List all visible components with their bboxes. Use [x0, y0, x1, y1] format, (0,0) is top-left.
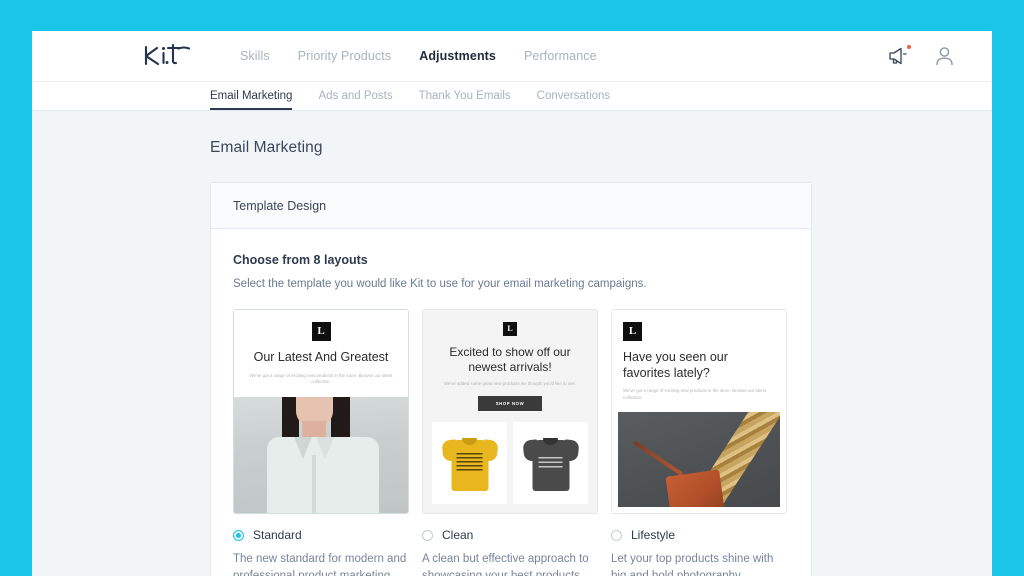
template-preview-clean[interactable]: L Excited to show off our newest arrival…: [422, 309, 598, 514]
radio-row-standard[interactable]: Standard: [233, 528, 409, 542]
tab-conversations[interactable]: Conversations: [537, 90, 611, 110]
nav-item-adjustments[interactable]: Adjustments: [419, 49, 496, 63]
preview-heading: Have you seen our favorites lately?: [623, 350, 728, 380]
radio-row-clean[interactable]: Clean: [422, 528, 598, 542]
template-preview-standard[interactable]: L Our Latest And Greatest We've got a ra…: [233, 309, 409, 514]
radio-standard[interactable]: [233, 529, 244, 541]
preview-shop-now-button[interactable]: SHOP NOW: [477, 395, 543, 411]
preview-heading: Our Latest And Greatest: [253, 350, 389, 364]
template-option-lifestyle[interactable]: L Have you seen our favorites lately? We…: [611, 309, 787, 576]
radio-label-clean: Clean: [442, 528, 474, 542]
preview-product-thumbs: [423, 421, 597, 513]
megaphone-icon[interactable]: [886, 44, 911, 68]
template-design-card: Template Design Choose from 8 layouts Se…: [210, 182, 812, 576]
primary-nav: Skills Priority Products Adjustments Per…: [240, 49, 597, 63]
user-account-icon[interactable]: [932, 44, 956, 68]
nav-item-priority-products[interactable]: Priority Products: [298, 49, 391, 63]
notification-dot: [907, 45, 911, 49]
brand-mark-icon: L: [503, 322, 517, 336]
template-description-standard: The new standard for modern and professi…: [233, 553, 407, 576]
template-option-standard[interactable]: L Our Latest And Greatest We've got a ra…: [233, 309, 409, 576]
primary-header: Skills Priority Products Adjustments Per…: [32, 31, 992, 81]
app-window: Skills Priority Products Adjustments Per…: [32, 31, 992, 576]
card-header: Template Design: [211, 183, 811, 229]
radio-row-lifestyle[interactable]: Lifestyle: [611, 528, 787, 542]
card-header-title: Template Design: [233, 198, 327, 213]
secondary-nav: Email Marketing Ads and Posts Thank You …: [32, 81, 992, 111]
preview-heading: Excited to show off our newest arrivals!: [449, 345, 571, 374]
product-thumb-dark-tee: [513, 421, 588, 504]
cyan-frame: Skills Priority Products Adjustments Per…: [0, 0, 1024, 576]
radio-label-lifestyle: Lifestyle: [631, 528, 676, 542]
radio-lifestyle[interactable]: [611, 529, 622, 541]
section-subtitle: Select the template you would like Kit t…: [233, 278, 647, 290]
brand-mark-icon: L: [311, 322, 331, 341]
preview-body: We've got a range of exciting new produc…: [249, 372, 393, 385]
tab-thank-you-emails[interactable]: Thank You Emails: [419, 90, 511, 110]
template-preview-lifestyle[interactable]: L Have you seen our favorites lately? We…: [611, 309, 787, 514]
preview-body: We've got a range of exciting new produc…: [623, 388, 767, 400]
template-description-lifestyle: Let your top products shine with big and…: [611, 553, 774, 576]
radio-label-standard: Standard: [253, 528, 302, 542]
template-description-clean: A clean but effective approach to showca…: [422, 553, 589, 576]
card-body: Choose from 8 layouts Select the templat…: [211, 229, 811, 576]
tab-email-marketing[interactable]: Email Marketing: [210, 90, 293, 110]
radio-clean[interactable]: [422, 529, 433, 541]
section-title: Choose from 8 layouts: [233, 253, 368, 267]
page-content: Email Marketing Template Design Choose f…: [32, 111, 992, 576]
template-grid: L Our Latest And Greatest We've got a ra…: [233, 309, 789, 576]
template-option-clean[interactable]: L Excited to show off our newest arrival…: [422, 309, 598, 576]
preview-body: We've added some great new products we t…: [443, 380, 577, 386]
tab-ads-and-posts[interactable]: Ads and Posts: [318, 90, 392, 110]
header-icon-group: [886, 44, 956, 68]
page-title: Email Marketing: [210, 139, 323, 156]
nav-item-performance[interactable]: Performance: [524, 49, 597, 63]
brand-mark-icon: L: [623, 322, 642, 341]
preview-photo-model: [234, 397, 408, 513]
kit-logo[interactable]: [142, 41, 196, 71]
preview-photo-rope-pouch: [618, 411, 780, 507]
nav-item-skills[interactable]: Skills: [240, 49, 270, 63]
product-thumb-yellow-tee: [432, 421, 507, 504]
